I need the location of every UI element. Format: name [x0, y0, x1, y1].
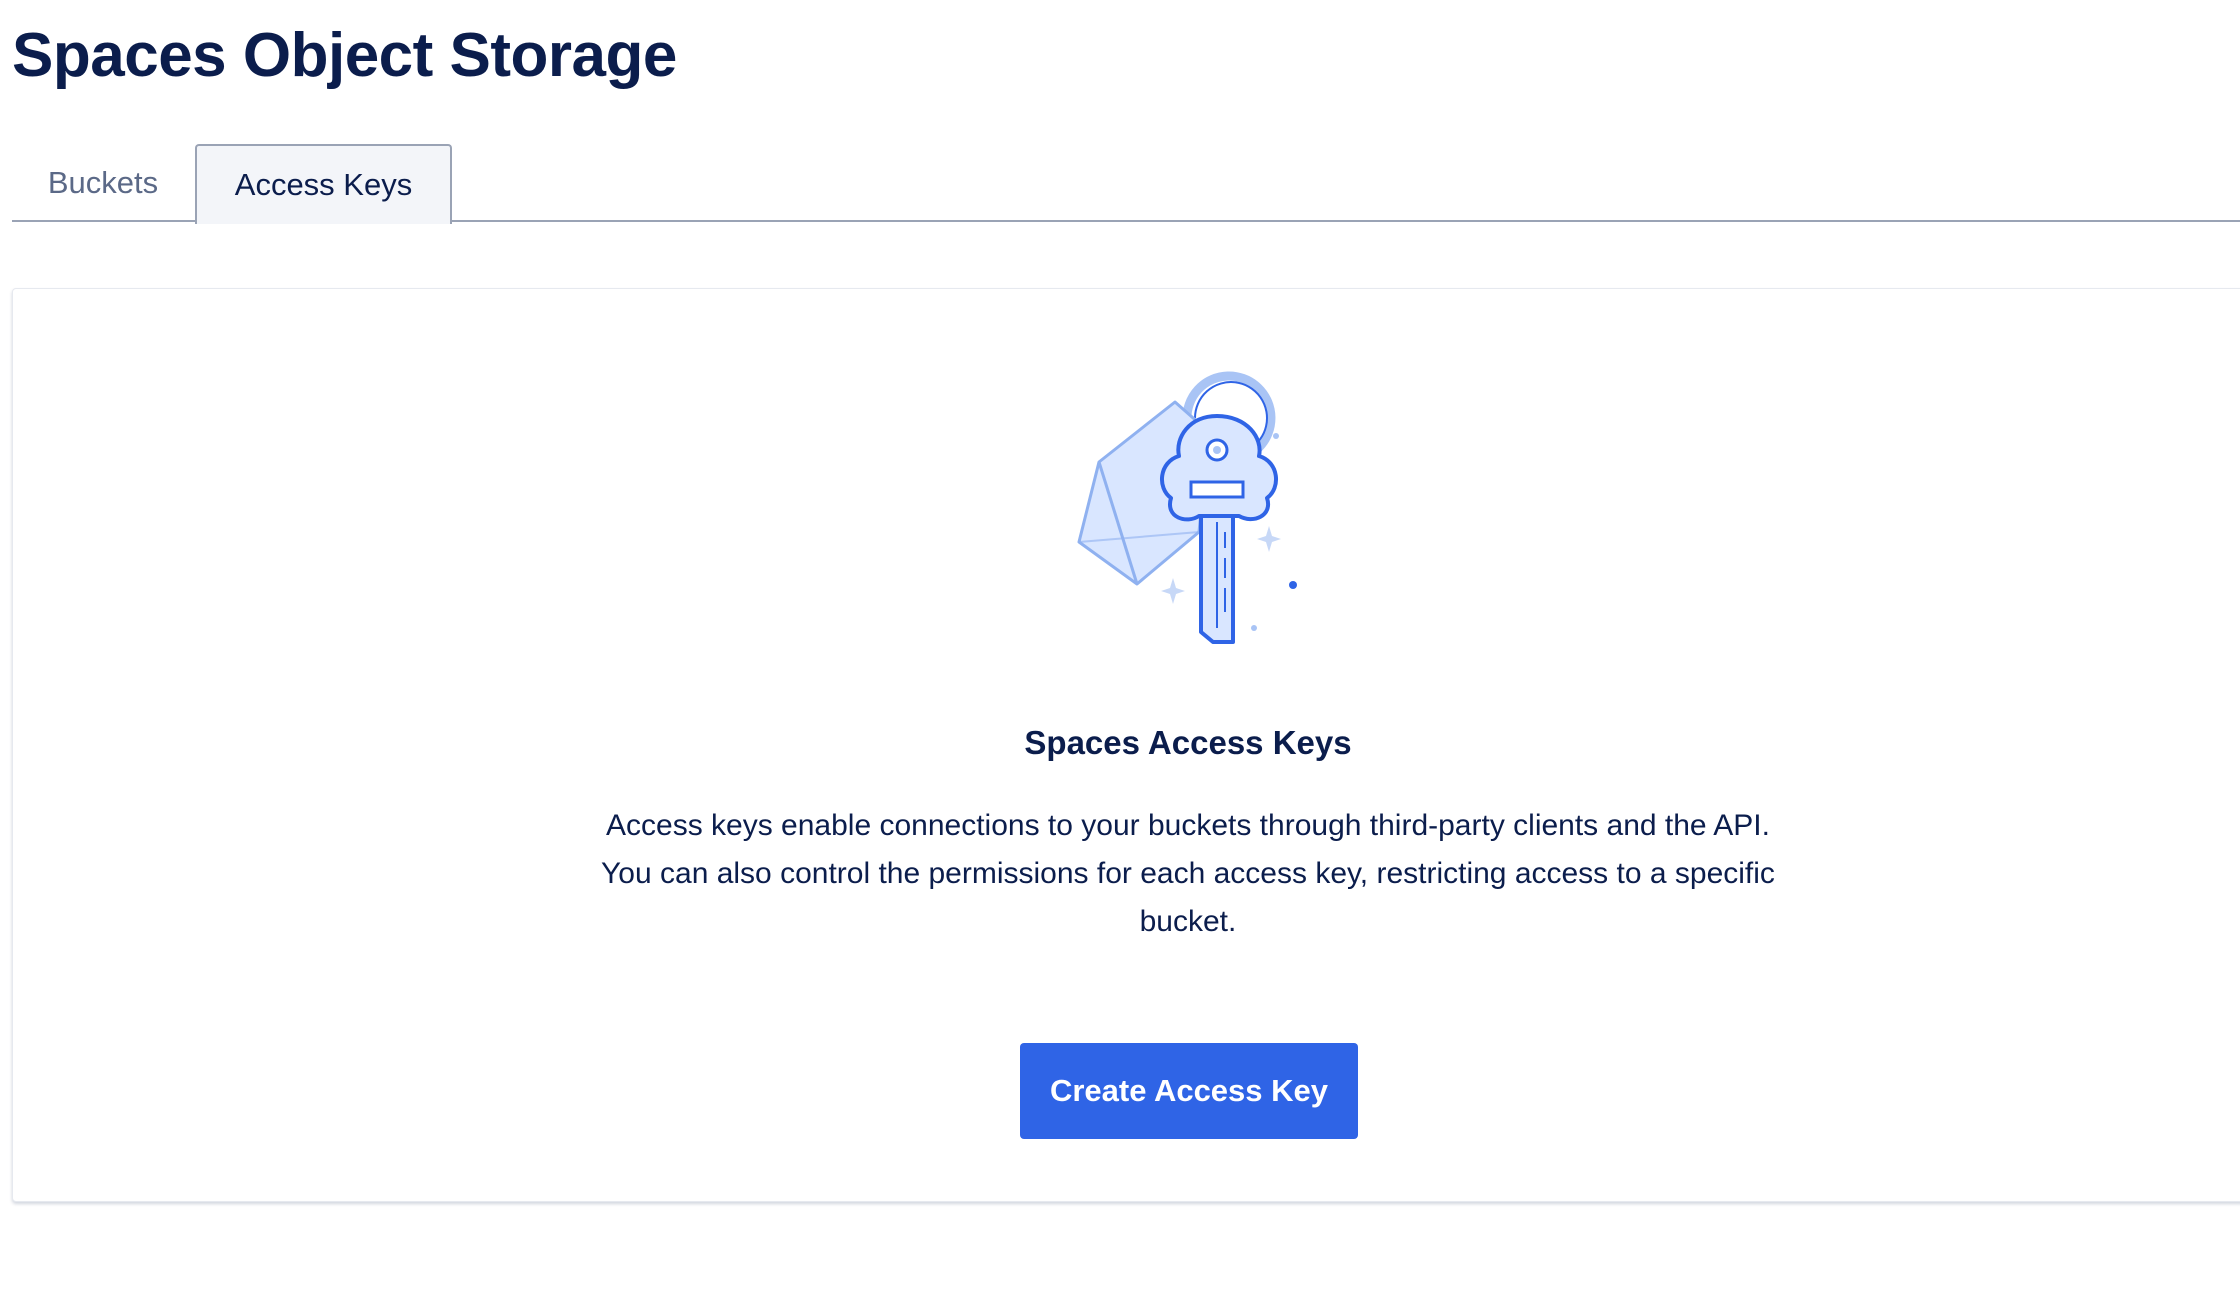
empty-state-title: Spaces Access Keys	[1024, 724, 1352, 761]
key-with-tag-icon	[1077, 371, 1297, 644]
page-title: Spaces Object Storage	[12, 21, 677, 90]
create-access-key-button[interactable]: Create Access Key	[1020, 1043, 1358, 1139]
tab-buckets[interactable]: Buckets	[12, 144, 194, 222]
tab-bar: Buckets Access Keys	[12, 144, 2240, 224]
tab-access-keys[interactable]: Access Keys	[195, 144, 452, 224]
empty-state-description: Access keys enable connections to your b…	[601, 809, 1775, 938]
